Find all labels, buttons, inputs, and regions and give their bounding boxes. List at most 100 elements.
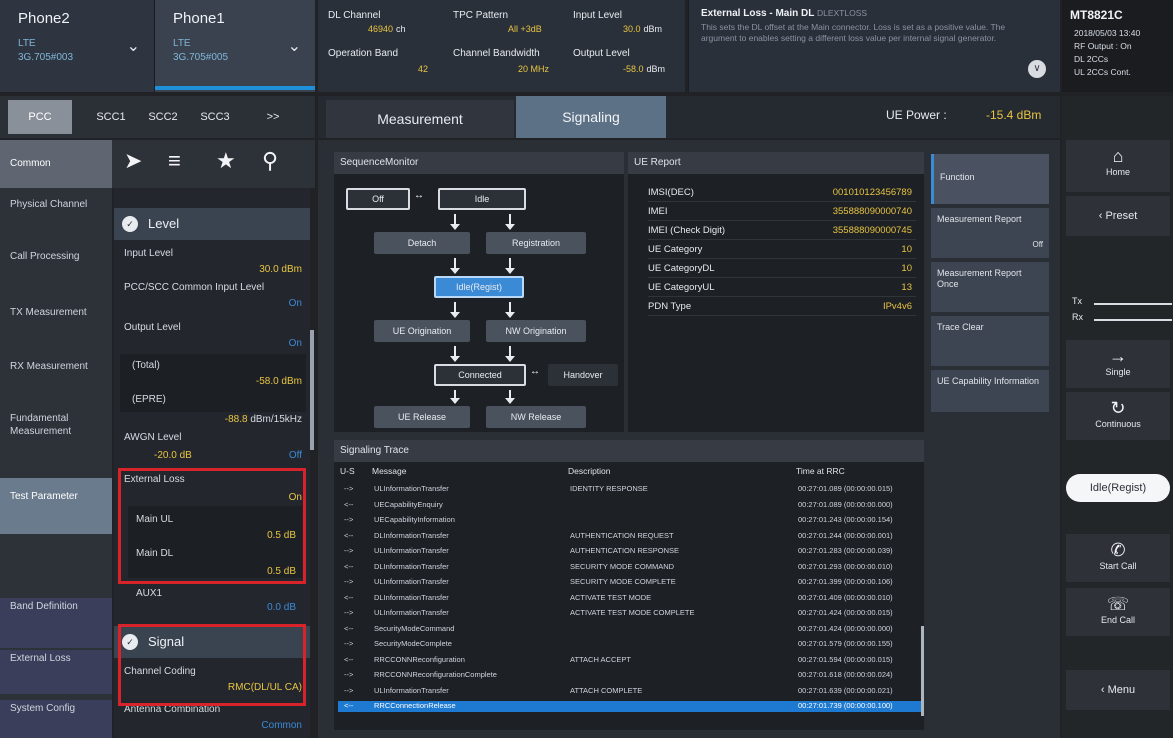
level-section-header[interactable]: ✓ Level: [114, 208, 310, 240]
trace-row[interactable]: <-- RRCCONNReconfiguration ATTACH ACCEPT 00…: [338, 655, 924, 666]
nav-fundamental-measurement[interactable]: Fundamental Measurement: [0, 412, 112, 438]
common-input-level-toggle[interactable]: On: [289, 298, 302, 309]
trace-message: ULInformationTransfer: [374, 685, 449, 695]
measurement-report-once-button[interactable]: Measurement Report Once: [931, 262, 1049, 312]
trace-row[interactable]: <-- DLInformationTransfer AUTHENTICATION R…: [338, 531, 924, 542]
parameter-scrollbar[interactable]: [310, 330, 314, 450]
nav-common[interactable]: Common: [0, 140, 112, 188]
state-nw-release[interactable]: NW Release: [486, 406, 586, 428]
ue-report-panel: UE Report IMSI(DEC) 001010123456789 IMEI 3…: [628, 152, 924, 432]
trace-row[interactable]: --> ULInformationTransfer SECURITY MODE CO…: [338, 577, 924, 588]
home-button[interactable]: ⌂ Home: [1066, 140, 1170, 192]
nav-test-parameter[interactable]: Test Parameter: [0, 478, 112, 534]
total-value[interactable]: -58.0 dBm: [256, 376, 302, 387]
state-nw-origination[interactable]: NW Origination: [486, 320, 586, 342]
arrow-down-icon: [450, 214, 460, 230]
nav-call-processing[interactable]: Call Processing: [0, 250, 112, 263]
nav-band-definition[interactable]: Band Definition: [0, 598, 112, 648]
tab-pcc[interactable]: PCC: [8, 100, 72, 134]
trace-message: ULInformationTransfer: [374, 577, 449, 586]
tab-signaling[interactable]: Signaling: [516, 96, 666, 138]
preset-button[interactable]: ‹ Preset: [1066, 196, 1170, 236]
arrow-down-icon: [450, 302, 460, 318]
trace-row[interactable]: <-- SecurityModeCommand 00:27:01.424 (00:0…: [338, 624, 924, 635]
awgn-level-value[interactable]: -20.0 dB: [154, 450, 192, 461]
antenna-combination-value[interactable]: Common: [261, 720, 302, 731]
chevron-down-icon[interactable]: ⌄: [288, 36, 301, 56]
trace-row[interactable]: --> ULInformationTransfer AUTHENTICATION R…: [338, 546, 924, 557]
trace-description: ATTACH ACCEPT: [570, 654, 631, 664]
trace-row[interactable]: --> ULInformationTransfer ATTACH COMPLETE 0…: [338, 686, 924, 697]
trace-direction: -->: [344, 685, 354, 695]
tab-scc1[interactable]: SCC1: [88, 96, 134, 138]
trace-row[interactable]: <-- DLInformationTransfer ACTIVATE TEST MO…: [338, 593, 924, 604]
star-icon[interactable]: ★: [216, 148, 236, 174]
trace-scrollbar[interactable]: [921, 626, 924, 716]
state-ue-release[interactable]: UE Release: [374, 406, 470, 428]
trace-description: ACTIVATE TEST MODE COMPLETE: [570, 608, 695, 617]
parameter-summary[interactable]: DL Channel 46940 ch TPC Pattern All +3dB …: [318, 0, 685, 92]
ue-capability-button[interactable]: UE Capability Information: [931, 370, 1049, 412]
menu-button[interactable]: ‹ Menu: [1066, 670, 1170, 710]
trace-row[interactable]: --> RRCCONNReconfigurationComplete 00:27:0…: [338, 670, 924, 681]
state-connected[interactable]: Connected: [434, 364, 526, 386]
trace-row[interactable]: --> UECapabilityInformation 00:27:01.243 (…: [338, 515, 924, 526]
tx-label: Tx: [1072, 296, 1082, 306]
epre-value[interactable]: -88.8 dBm/15kHz: [225, 414, 302, 425]
state-registration[interactable]: Registration: [486, 232, 586, 254]
trace-message: ULInformationTransfer: [374, 484, 449, 493]
state-idle-regist[interactable]: Idle(Regist): [434, 276, 524, 298]
nav-physical-channel[interactable]: Physical Channel: [0, 198, 112, 211]
state-off[interactable]: Off: [346, 188, 410, 210]
state-idle[interactable]: Idle: [438, 188, 526, 210]
nav-system-config[interactable]: System Config: [0, 700, 112, 738]
state-ue-origination[interactable]: UE Origination: [374, 320, 470, 342]
measurement-report-button[interactable]: Measurement Report Off: [931, 208, 1049, 258]
sequence-monitor-panel: SequenceMonitor Off ↔ Idle Detach Regist…: [334, 152, 624, 432]
dl-cc-status: DL 2CCs: [1074, 54, 1109, 64]
trace-clear-button[interactable]: Trace Clear: [931, 316, 1049, 366]
search-icon[interactable]: ⚲: [262, 148, 278, 174]
single-button[interactable]: → Single: [1066, 340, 1170, 388]
component-carrier-tabs: PCC SCC1 SCC2 SCC3 >>: [0, 96, 315, 138]
tab-scc2[interactable]: SCC2: [140, 96, 186, 138]
start-call-button[interactable]: ✆ Start Call: [1066, 534, 1170, 582]
phone2-selector[interactable]: Phone2 LTE 3G.705#003 ⌄: [0, 0, 155, 92]
function-button[interactable]: Function: [931, 154, 1049, 204]
signaling-content: SequenceMonitor Off ↔ Idle Detach Regist…: [318, 140, 1060, 738]
nav-external-loss[interactable]: External Loss: [0, 650, 112, 694]
nav-tx-measurement[interactable]: TX Measurement: [0, 306, 112, 319]
expand-chevron-icon[interactable]: ∨: [1028, 60, 1046, 78]
trace-description: SECURITY MODE COMMAND: [570, 561, 675, 571]
trace-time: 00:27:01.579 (00:00:00.155): [798, 639, 893, 648]
trace-row[interactable]: --> SecurityModeComplete 00:27:01.579 (00:…: [338, 639, 924, 650]
trace-direction: -->: [344, 484, 354, 493]
chevron-down-icon[interactable]: ⌄: [127, 36, 140, 56]
trace-row[interactable]: <-- UECapabilityEnquiry 00:27:01.089 (00:0…: [338, 500, 924, 511]
output-level-label: Output Level: [124, 322, 181, 333]
trace-direction: -->: [344, 608, 354, 617]
highlight-signal: [118, 624, 306, 706]
trace-row[interactable]: --> ULInformationTransfer IDENTITY RESPONS…: [338, 484, 924, 495]
hang-up-icon: ☏: [1106, 594, 1130, 614]
nav-rx-measurement[interactable]: RX Measurement: [0, 360, 112, 373]
rf-output-status: RF Output : On: [1074, 41, 1132, 51]
trace-row[interactable]: <-- RRCConnectionRelease 00:27:01.739 (00:…: [338, 701, 924, 712]
tab-more[interactable]: >>: [250, 96, 296, 138]
tab-measurement[interactable]: Measurement: [326, 100, 514, 138]
list-jump-icon[interactable]: ≡: [168, 148, 181, 174]
state-detach[interactable]: Detach: [374, 232, 470, 254]
trace-row[interactable]: --> ULInformationTransfer ACTIVATE TEST MO…: [338, 608, 924, 619]
continuous-button[interactable]: ↻ Continuous: [1066, 392, 1170, 440]
output-level-toggle[interactable]: On: [289, 338, 302, 349]
aux1-value[interactable]: 0.0 dB: [267, 602, 296, 613]
state-handover[interactable]: Handover: [548, 364, 618, 386]
tab-scc3[interactable]: SCC3: [192, 96, 238, 138]
phone1-selector[interactable]: Phone1 LTE 3G.705#005 ⌄: [155, 0, 315, 92]
awgn-state[interactable]: Off: [289, 450, 302, 461]
trace-direction: <--: [344, 623, 354, 633]
trace-row[interactable]: <-- DLInformationTransfer SECURITY MODE CO…: [338, 562, 924, 573]
next-circle-icon[interactable]: ➤: [124, 148, 142, 174]
input-level-value[interactable]: 30.0 dBm: [259, 264, 302, 275]
end-call-button[interactable]: ☏ End Call: [1066, 588, 1170, 636]
